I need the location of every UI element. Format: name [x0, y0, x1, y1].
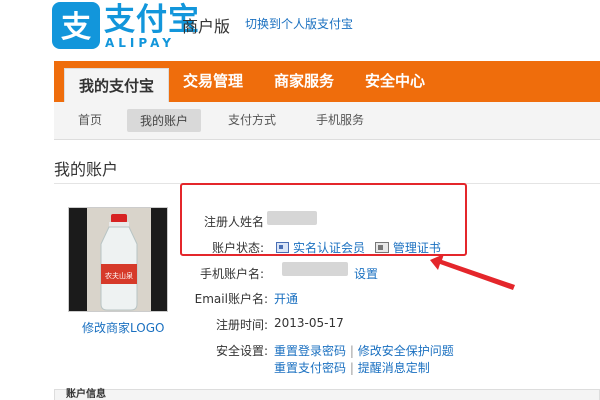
security-settings-label: 安全设置:: [215, 344, 268, 358]
mobile-account-value-blurred: [282, 262, 348, 276]
account-info-section-title: 账户信息: [66, 389, 106, 400]
email-account-label: Email账户名:: [194, 292, 268, 306]
tab-my-alipay[interactable]: 我的支付宝: [64, 68, 170, 102]
account-info-section: [54, 389, 600, 400]
reset-payment-password-link[interactable]: 重置支付密码: [274, 361, 346, 375]
security-links-row-1: 重置登录密码 | 修改安全保护问题: [274, 344, 454, 358]
email-account-open-link[interactable]: 开通: [274, 290, 298, 307]
tab-merchant-services[interactable]: 商家服务: [274, 61, 334, 102]
page-title: 我的账户: [54, 160, 119, 179]
sub-nav-my-account[interactable]: 我的账户: [127, 109, 202, 132]
register-time-value: 2013-05-17: [274, 316, 344, 330]
modify-security-question-link[interactable]: 修改安全保护问题: [358, 344, 454, 358]
bottle-label-text: 农夫山泉: [105, 271, 133, 280]
sub-nav-mobile-services[interactable]: 手机服务: [316, 111, 364, 128]
mobile-account-label: 手机账户名:: [199, 267, 264, 281]
tab-security-center[interactable]: 安全中心: [365, 61, 425, 102]
switch-personal-link[interactable]: 切换到个人版支付宝: [245, 15, 353, 32]
logo-glyph: 支: [61, 10, 91, 45]
edit-merchant-logo-link[interactable]: 修改商家LOGO: [82, 319, 164, 336]
sub-nav-payment-methods[interactable]: 支付方式: [228, 111, 276, 128]
tab-trade-management[interactable]: 交易管理: [183, 61, 243, 102]
message-reminder-settings-link[interactable]: 提醒消息定制: [358, 361, 430, 375]
security-links-row-2: 重置支付密码 | 提醒消息定制: [274, 361, 430, 375]
annotation-arrow-icon: [430, 254, 515, 290]
main-nav: 我的支付宝 交易管理 商家服务 安全中心: [54, 61, 600, 102]
register-time-label: 注册时间:: [215, 318, 268, 332]
sub-nav-home[interactable]: 首页: [78, 111, 102, 128]
merchant-logo-image: 农夫山泉: [68, 207, 168, 312]
mobile-account-setup-link[interactable]: 设置: [354, 265, 378, 282]
sub-nav: 首页 我的账户 支付方式 手机服务: [54, 102, 600, 140]
merchant-edition-title: 商户版: [182, 17, 231, 36]
alipay-logo-icon: 支: [52, 2, 100, 49]
logo-subtitle: ALIPAY: [105, 36, 175, 50]
reset-login-password-link[interactable]: 重置登录密码: [274, 344, 346, 358]
